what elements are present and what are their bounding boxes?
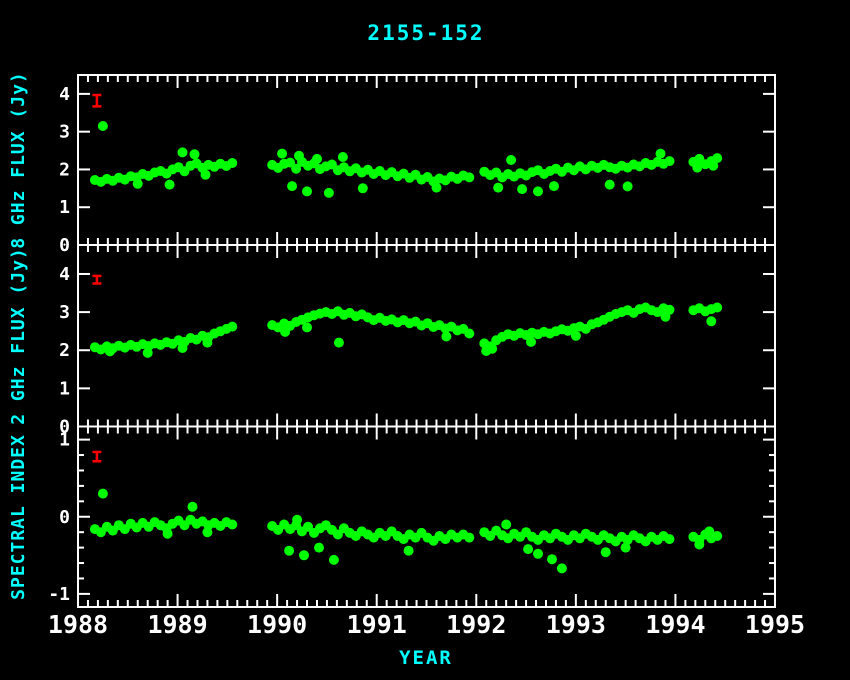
data-point: [557, 563, 567, 573]
y-axis-label-8ghz: 8 GHz FLUX (Jy): [8, 71, 29, 249]
data-point: [143, 348, 153, 358]
data-point: [227, 520, 237, 530]
data-point: [533, 549, 543, 559]
data-point: [493, 183, 503, 193]
data-point: [287, 181, 297, 191]
data-point: [299, 550, 309, 560]
data-point: [133, 179, 143, 189]
y-tick-label: 3: [59, 302, 70, 323]
data-point: [201, 170, 211, 180]
y-axis-label-spectral-index: SPECTRAL INDEX: [8, 434, 29, 600]
x-tick-label: 1992: [446, 610, 506, 639]
data-point: [98, 489, 108, 499]
data-point: [190, 149, 200, 159]
x-tick-label: 1990: [247, 610, 307, 639]
data-point: [334, 338, 344, 348]
data-point: [464, 533, 474, 543]
x-tick-label: 1988: [48, 610, 108, 639]
data-point: [704, 526, 714, 536]
data-point: [329, 555, 339, 565]
x-tick-label: 1991: [347, 610, 407, 639]
data-point: [623, 181, 633, 191]
x-axis-label: YEAR: [399, 647, 453, 669]
plot-title: 2155-152: [367, 21, 484, 45]
data-point: [432, 183, 442, 193]
data-point: [188, 502, 198, 512]
data-point: [517, 184, 527, 194]
data-point: [501, 520, 511, 530]
data-point: [523, 544, 533, 554]
y-tick-label: -1: [48, 584, 70, 605]
data-point: [661, 312, 671, 322]
data-point: [441, 332, 451, 342]
data-point: [227, 158, 237, 168]
data-point: [549, 181, 559, 191]
data-point: [665, 534, 675, 544]
y-tick-label: 2: [59, 340, 70, 361]
y-tick-label: 1: [59, 378, 70, 399]
data-point: [656, 149, 666, 159]
data-point: [284, 546, 294, 556]
y-axis-label-2ghz: 2 GHz FLUX (Jy): [8, 247, 29, 425]
data-point: [464, 172, 474, 182]
data-point: [338, 152, 348, 162]
data-point: [165, 180, 175, 190]
data-point: [178, 147, 188, 157]
data-point: [487, 344, 497, 354]
x-tick-label: 1989: [147, 610, 207, 639]
data-point: [302, 186, 312, 196]
data-point: [227, 322, 237, 332]
y-tick-label: 4: [59, 264, 70, 285]
data-point: [692, 163, 702, 173]
data-point: [706, 316, 716, 326]
data-point: [601, 547, 611, 557]
data-point: [105, 346, 115, 356]
y-tick-label: 0: [59, 507, 70, 528]
y-tick-label: 4: [59, 84, 70, 105]
data-point: [712, 303, 722, 313]
data-point: [506, 155, 516, 165]
x-tick-label: 1994: [645, 610, 705, 639]
data-point: [533, 186, 543, 196]
data-point: [292, 515, 302, 525]
data-point: [526, 337, 536, 347]
data-point: [98, 121, 108, 131]
x-tick-label: 1995: [745, 610, 805, 639]
data-point: [178, 343, 188, 353]
data-point: [571, 331, 581, 341]
data-point: [202, 338, 212, 348]
data-point: [665, 156, 675, 166]
data-point: [404, 546, 414, 556]
y-tick-label: 3: [59, 122, 70, 143]
x-tick-label: 1993: [546, 610, 606, 639]
data-point: [464, 329, 474, 339]
data-point: [547, 554, 557, 564]
data-point: [163, 529, 173, 539]
y-tick-label: 0: [59, 235, 70, 256]
data-point: [324, 188, 334, 198]
y-tick-label: 2: [59, 159, 70, 180]
data-point: [314, 543, 324, 553]
data-point: [280, 327, 290, 337]
data-point: [694, 540, 704, 550]
data-point: [358, 183, 368, 193]
y-tick-label: 1: [59, 197, 70, 218]
plot-background: [0, 0, 850, 680]
data-point: [312, 154, 322, 164]
data-point: [294, 151, 304, 161]
data-point: [621, 543, 631, 553]
flux-monitoring-plot: 2155-152 8 GHz FLUX (Jy) 2 GHz FLUX (Jy)…: [0, 0, 850, 680]
data-point: [605, 180, 615, 190]
data-point: [708, 161, 718, 171]
data-point: [202, 527, 212, 537]
y-tick-label: 1: [59, 430, 70, 451]
data-point: [302, 322, 312, 332]
data-point: [277, 149, 287, 159]
